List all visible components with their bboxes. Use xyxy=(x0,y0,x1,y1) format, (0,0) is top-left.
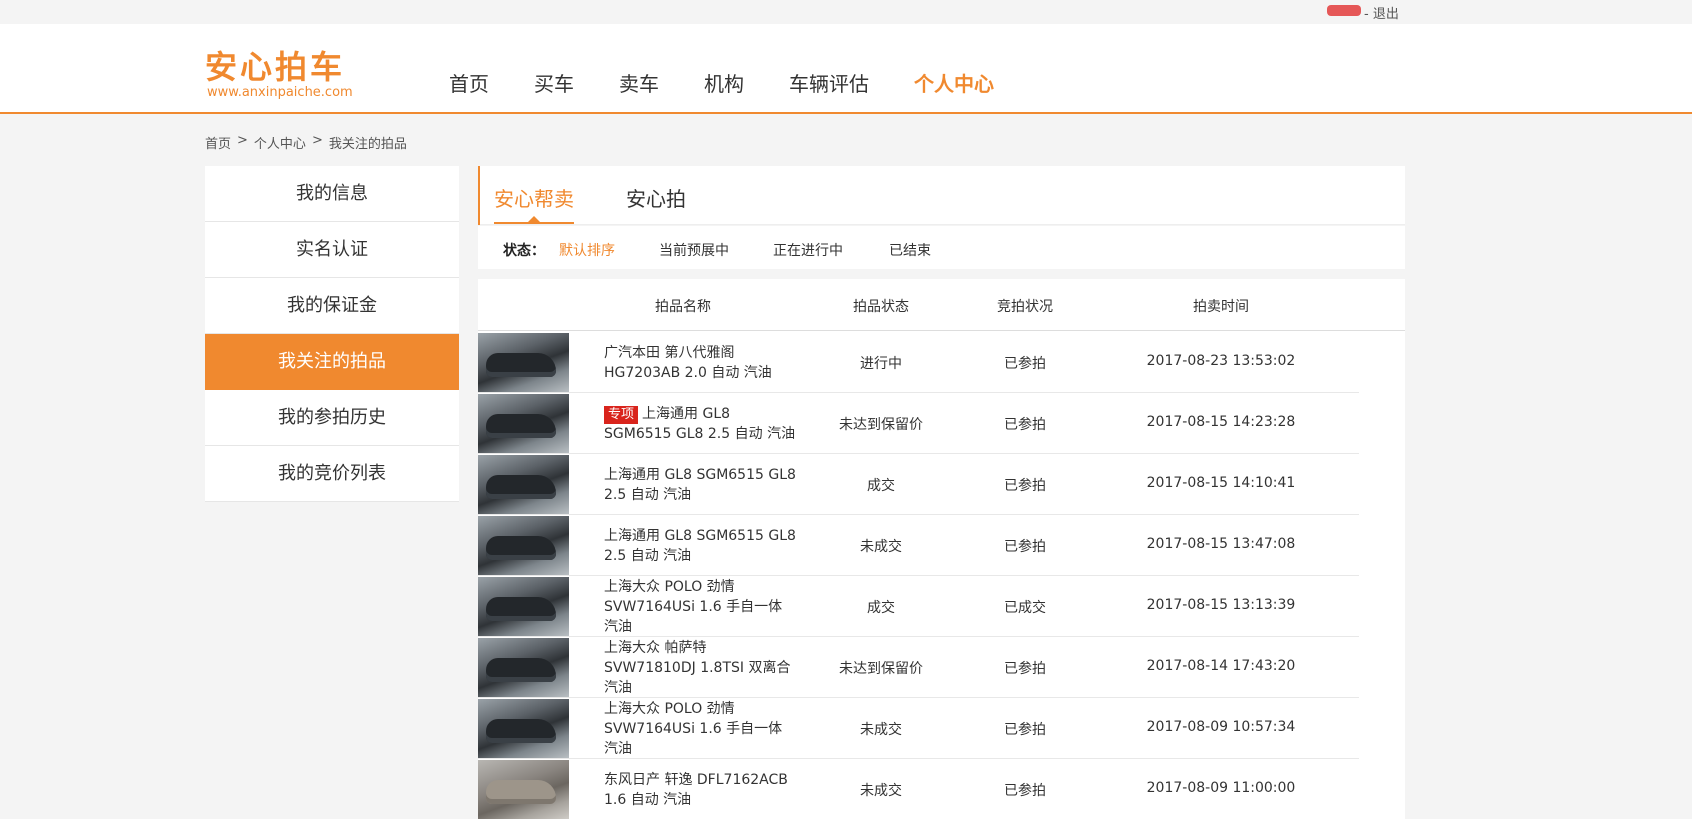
tab-underline xyxy=(494,222,574,224)
table-row[interactable]: 上海通用 GL8 SGM6515 GL8 2.5 自动 汽油 未成交 已参拍 2… xyxy=(478,515,1359,576)
item-bid-state: 已参拍 xyxy=(1004,478,1046,494)
table-row[interactable]: 上海大众 POLO 劲情 SVW7164USi 1.6 手自一体 汽油 未成交 … xyxy=(478,698,1359,759)
site-header: 安心拍车 www.anxinpaiche.com 首页 买车 卖车 机构 车辆评… xyxy=(0,24,1692,114)
item-time: 2017-08-15 13:13:39 xyxy=(1146,597,1296,613)
car-thumbnail[interactable] xyxy=(478,455,569,514)
panel-tabs: 安心帮卖 安心拍 xyxy=(478,166,1405,225)
car-thumbnail[interactable] xyxy=(478,516,569,575)
car-thumbnail[interactable] xyxy=(478,577,569,636)
item-time: 2017-08-23 13:53:02 xyxy=(1146,353,1296,369)
filter-default[interactable]: 默认排序 xyxy=(559,240,615,260)
table-row[interactable]: 广汽本田 第八代雅阁 HG7203AB 2.0 自动 汽油 进行中 已参拍 20… xyxy=(478,332,1359,393)
sidebar-item-my-info[interactable]: 我的信息 xyxy=(205,166,459,222)
filter-in-progress[interactable]: 正在进行中 xyxy=(773,240,843,260)
item-bid-state: 已参拍 xyxy=(1004,356,1046,372)
table-row[interactable]: 上海大众 帕萨特 SVW71810DJ 1.8TSI 双离合 汽油 未达到保留价… xyxy=(478,637,1359,698)
item-status: 未达到保留价 xyxy=(839,417,923,433)
watched-items-table: 拍品名称 拍品状态 竞拍状况 拍卖时间 广汽本田 第八代雅阁 HG7203AB … xyxy=(478,279,1405,819)
status-filter: 状态： 默认排序 当前预展中 正在进行中 已结束 xyxy=(478,226,1405,269)
sidebar-item-watched[interactable]: 我关注的拍品 xyxy=(205,334,459,390)
table-row[interactable]: 专项 上海通用 GL8 SGM6515 GL8 2.5 自动 汽油 未达到保留价 … xyxy=(478,393,1359,454)
item-status: 未成交 xyxy=(860,539,902,555)
nav-evaluate[interactable]: 车辆评估 xyxy=(789,68,869,97)
table-row[interactable]: 东风日产 轩逸 DFL7162ACB 1.6 自动 汽油 未成交 已参拍 201… xyxy=(478,759,1359,819)
logo-url[interactable]: www.anxinpaiche.com xyxy=(207,85,353,100)
table-row[interactable]: 上海大众 POLO 劲情 SVW7164USi 1.6 手自一体 汽油 成交 已… xyxy=(478,576,1359,637)
header-name: 拍品名称 xyxy=(655,299,711,315)
car-thumbnail[interactable] xyxy=(478,638,569,697)
username-redacted[interactable] xyxy=(1327,5,1361,16)
item-status: 未成交 xyxy=(860,722,902,738)
table-row[interactable]: 上海通用 GL8 SGM6515 GL8 2.5 自动 汽油 成交 已参拍 20… xyxy=(478,454,1359,515)
item-bid-state: 已参拍 xyxy=(1004,661,1046,677)
item-name[interactable]: 上海大众 POLO 劲情 SVW7164USi 1.6 手自一体 汽油 xyxy=(604,699,799,759)
item-name[interactable]: 上海通用 GL8 SGM6515 GL8 2.5 自动 汽油 xyxy=(604,526,799,566)
nav-sell[interactable]: 卖车 xyxy=(619,68,659,97)
item-status: 未达到保留价 xyxy=(839,661,923,677)
breadcrumb-personal-center[interactable]: 个人中心 xyxy=(254,133,306,152)
item-time: 2017-08-15 14:10:41 xyxy=(1146,475,1296,491)
breadcrumb-current: 我关注的拍品 xyxy=(328,137,407,152)
item-bid-state: 已参拍 xyxy=(1004,722,1046,738)
main-nav: 首页 买车 卖车 机构 车辆评估 个人中心 xyxy=(449,68,1039,97)
item-status: 成交 xyxy=(867,478,895,494)
filter-preview[interactable]: 当前预展中 xyxy=(659,240,729,260)
car-thumbnail[interactable] xyxy=(478,333,569,392)
item-status: 未成交 xyxy=(860,783,902,799)
item-name[interactable]: 东风日产 轩逸 DFL7162ACB 1.6 自动 汽油 xyxy=(604,770,799,810)
sidebar: 我的信息 实名认证 我的保证金 我关注的拍品 我的参拍历史 我的竞价列表 xyxy=(205,166,459,502)
breadcrumb-separator: > xyxy=(311,133,323,148)
table-header: 拍品名称 拍品状态 竞拍状况 拍卖时间 xyxy=(478,279,1405,331)
special-tag: 专项 xyxy=(604,406,639,424)
tab-anxin-help-sell[interactable]: 安心帮卖 xyxy=(494,183,574,212)
sidebar-item-deposit[interactable]: 我的保证金 xyxy=(205,278,459,334)
filter-ended[interactable]: 已结束 xyxy=(889,240,931,260)
item-name[interactable]: 上海大众 帕萨特 SVW71810DJ 1.8TSI 双离合 汽油 xyxy=(604,638,799,698)
nav-home[interactable]: 首页 xyxy=(449,68,489,97)
item-name[interactable]: 广汽本田 第八代雅阁 HG7203AB 2.0 自动 汽油 xyxy=(604,343,799,383)
item-time: 2017-08-14 17:43:20 xyxy=(1146,658,1296,674)
header-status: 拍品状态 xyxy=(853,299,909,315)
tab-anxin-auction[interactable]: 安心拍 xyxy=(626,183,686,212)
logout-link[interactable]: - 退出 xyxy=(1364,3,1399,22)
item-time: 2017-08-15 14:23:28 xyxy=(1146,414,1296,430)
item-name[interactable]: 专项 上海通用 GL8 SGM6515 GL8 2.5 自动 汽油 xyxy=(604,404,799,444)
sidebar-item-bid-list[interactable]: 我的竞价列表 xyxy=(205,446,459,502)
filter-label: 状态： xyxy=(503,243,545,259)
item-name[interactable]: 上海通用 GL8 SGM6515 GL8 2.5 自动 汽油 xyxy=(604,465,799,505)
top-strip: - 退出 xyxy=(0,0,1692,24)
car-thumbnail[interactable] xyxy=(478,699,569,758)
car-thumbnail[interactable] xyxy=(478,394,569,453)
item-time: 2017-08-09 11:00:00 xyxy=(1146,780,1296,796)
item-bid-state: 已参拍 xyxy=(1004,783,1046,799)
item-time: 2017-08-09 10:57:34 xyxy=(1146,719,1296,735)
header-bid: 竞拍状况 xyxy=(997,299,1053,315)
nav-personal-center[interactable]: 个人中心 xyxy=(914,68,994,97)
item-name[interactable]: 上海大众 POLO 劲情 SVW7164USi 1.6 手自一体 汽油 xyxy=(604,577,799,637)
item-bid-state: 已成交 xyxy=(1004,600,1046,616)
item-time: 2017-08-15 13:47:08 xyxy=(1146,536,1296,552)
nav-org[interactable]: 机构 xyxy=(704,68,744,97)
tab-accent-bar xyxy=(478,166,480,225)
item-status: 成交 xyxy=(867,600,895,616)
breadcrumb-home[interactable]: 首页 xyxy=(205,133,231,152)
nav-buy[interactable]: 买车 xyxy=(534,68,574,97)
breadcrumb: 首页 > 个人中心 > 我关注的拍品 xyxy=(205,133,407,152)
header-time: 拍卖时间 xyxy=(1193,299,1249,315)
item-status: 进行中 xyxy=(860,356,902,372)
item-bid-state: 已参拍 xyxy=(1004,417,1046,433)
sidebar-item-verification[interactable]: 实名认证 xyxy=(205,222,459,278)
sidebar-item-bid-history[interactable]: 我的参拍历史 xyxy=(205,390,459,446)
car-thumbnail[interactable] xyxy=(478,760,569,819)
breadcrumb-separator: > xyxy=(237,133,248,148)
logo[interactable]: 安心拍车 xyxy=(205,42,345,88)
item-bid-state: 已参拍 xyxy=(1004,539,1046,555)
